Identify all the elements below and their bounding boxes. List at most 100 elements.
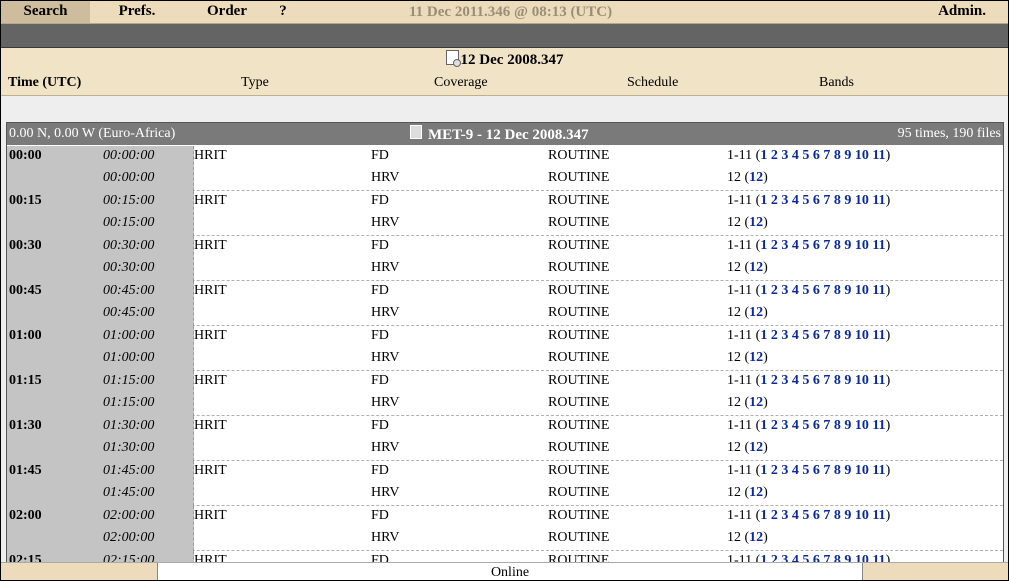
band-link[interactable]: 8 <box>834 283 841 298</box>
band-link[interactable]: 12 <box>749 260 763 275</box>
band-link[interactable]: 8 <box>834 508 841 523</box>
file-time-full-disk[interactable]: 01:45:00 <box>103 463 154 479</box>
band-link[interactable]: 6 <box>813 238 820 253</box>
band-link[interactable]: 4 <box>792 238 799 253</box>
band-link[interactable]: 12 <box>749 485 763 500</box>
band-link[interactable]: 2 <box>771 508 778 523</box>
band-link[interactable]: 4 <box>792 148 799 163</box>
band-link[interactable]: 11 <box>872 238 885 253</box>
band-link[interactable]: 5 <box>802 328 809 343</box>
file-time-full-disk[interactable]: 00:30:00 <box>103 238 154 254</box>
band-link[interactable]: 8 <box>834 328 841 343</box>
band-link[interactable]: 5 <box>802 373 809 388</box>
band-link[interactable]: 1 <box>760 283 767 298</box>
file-time-hrv[interactable]: 01:00:00 <box>103 350 154 366</box>
band-link[interactable]: 8 <box>834 193 841 208</box>
band-link[interactable]: 11 <box>872 463 885 478</box>
document-icon[interactable] <box>410 125 422 139</box>
menu-prefs[interactable]: Prefs. <box>97 1 177 23</box>
band-link[interactable]: 11 <box>872 418 885 433</box>
band-link[interactable]: 6 <box>813 193 820 208</box>
band-link[interactable]: 2 <box>771 238 778 253</box>
band-link[interactable]: 9 <box>844 463 851 478</box>
band-link[interactable]: 6 <box>813 463 820 478</box>
band-link[interactable]: 5 <box>802 148 809 163</box>
band-link[interactable]: 10 <box>855 193 869 208</box>
band-link[interactable]: 7 <box>823 463 830 478</box>
band-link[interactable]: 11 <box>872 193 885 208</box>
band-link[interactable]: 2 <box>771 193 778 208</box>
band-link[interactable]: 6 <box>813 328 820 343</box>
band-link[interactable]: 5 <box>802 508 809 523</box>
band-link[interactable]: 3 <box>781 148 788 163</box>
file-time-hrv[interactable]: 00:45:00 <box>103 305 154 321</box>
band-link[interactable]: 10 <box>855 328 869 343</box>
band-link[interactable]: 4 <box>792 373 799 388</box>
document-icon[interactable] <box>445 50 461 67</box>
band-link[interactable]: 5 <box>802 463 809 478</box>
band-link[interactable]: 10 <box>855 373 869 388</box>
band-link[interactable]: 8 <box>834 238 841 253</box>
band-link[interactable]: 8 <box>834 463 841 478</box>
band-link[interactable]: 4 <box>792 508 799 523</box>
file-time-full-disk[interactable]: 01:30:00 <box>103 418 154 434</box>
band-link[interactable]: 12 <box>749 305 763 320</box>
band-link[interactable]: 1 <box>760 418 767 433</box>
band-link[interactable]: 9 <box>844 148 851 163</box>
file-time-hrv[interactable]: 00:00:00 <box>103 170 154 186</box>
band-link[interactable]: 11 <box>872 373 885 388</box>
band-link[interactable]: 4 <box>792 283 799 298</box>
band-link[interactable]: 12 <box>749 440 763 455</box>
band-link[interactable]: 4 <box>792 328 799 343</box>
band-link[interactable]: 11 <box>872 508 885 523</box>
band-link[interactable]: 11 <box>872 328 885 343</box>
band-link[interactable]: 4 <box>792 463 799 478</box>
day-title[interactable]: 12 Dec 2008.347 <box>1 50 1008 69</box>
file-time-hrv[interactable]: 00:15:00 <box>103 215 154 231</box>
band-link[interactable]: 5 <box>802 283 809 298</box>
band-link[interactable]: 11 <box>872 283 885 298</box>
band-link[interactable]: 10 <box>855 283 869 298</box>
band-link[interactable]: 11 <box>872 148 885 163</box>
menu-search[interactable]: Search <box>1 1 90 23</box>
file-time-hrv[interactable]: 01:45:00 <box>103 485 154 501</box>
band-link[interactable]: 7 <box>823 508 830 523</box>
band-link[interactable]: 7 <box>823 328 830 343</box>
band-link[interactable]: 6 <box>813 373 820 388</box>
band-link[interactable]: 1 <box>760 238 767 253</box>
band-link[interactable]: 3 <box>781 328 788 343</box>
band-link[interactable]: 5 <box>802 418 809 433</box>
band-link[interactable]: 2 <box>771 373 778 388</box>
band-link[interactable]: 9 <box>844 283 851 298</box>
band-link[interactable]: 8 <box>834 418 841 433</box>
band-link[interactable]: 12 <box>749 395 763 410</box>
band-link[interactable]: 9 <box>844 508 851 523</box>
band-link[interactable]: 12 <box>749 350 763 365</box>
band-link[interactable]: 5 <box>802 193 809 208</box>
band-link[interactable]: 12 <box>749 170 763 185</box>
band-link[interactable]: 7 <box>823 193 830 208</box>
band-link[interactable]: 9 <box>844 193 851 208</box>
menu-admin[interactable]: Admin. <box>938 1 986 23</box>
band-link[interactable]: 1 <box>760 148 767 163</box>
band-link[interactable]: 4 <box>792 418 799 433</box>
band-link[interactable]: 8 <box>834 148 841 163</box>
band-link[interactable]: 2 <box>771 283 778 298</box>
band-link[interactable]: 7 <box>823 283 830 298</box>
band-link[interactable]: 10 <box>855 508 869 523</box>
file-time-full-disk[interactable]: 01:15:00 <box>103 373 154 389</box>
band-link[interactable]: 1 <box>760 193 767 208</box>
band-link[interactable]: 6 <box>813 508 820 523</box>
band-link[interactable]: 9 <box>844 238 851 253</box>
file-time-hrv[interactable]: 00:30:00 <box>103 260 154 276</box>
band-link[interactable]: 12 <box>749 530 763 545</box>
band-link[interactable]: 8 <box>834 373 841 388</box>
band-link[interactable]: 5 <box>802 238 809 253</box>
band-link[interactable]: 3 <box>781 238 788 253</box>
band-link[interactable]: 9 <box>844 373 851 388</box>
file-time-full-disk[interactable]: 01:00:00 <box>103 328 154 344</box>
band-link[interactable]: 10 <box>855 463 869 478</box>
band-link[interactable]: 6 <box>813 148 820 163</box>
menu-order[interactable]: Order <box>197 1 257 23</box>
band-link[interactable]: 2 <box>771 148 778 163</box>
